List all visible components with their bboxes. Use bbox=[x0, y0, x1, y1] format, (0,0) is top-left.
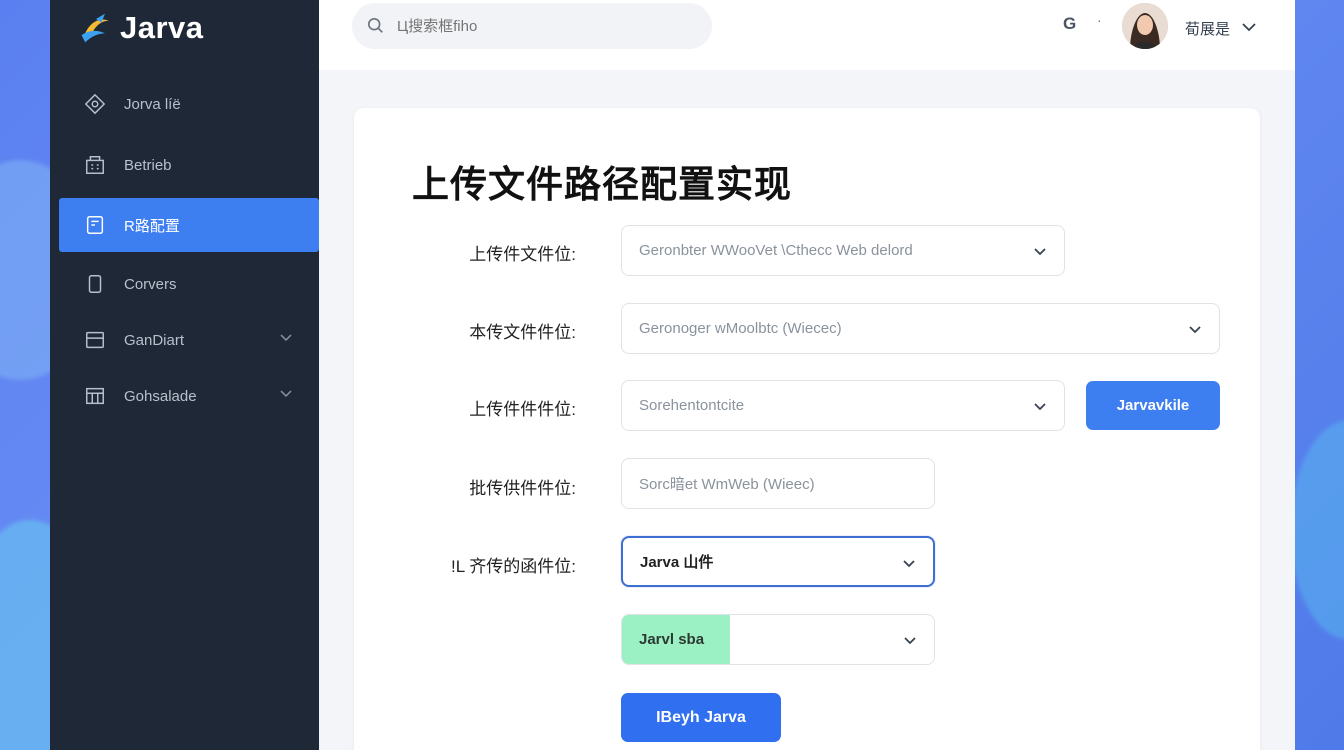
jarva-action-button[interactable]: Jarvavkile bbox=[1086, 381, 1220, 430]
submit-button[interactable]: IBeyh Jarva bbox=[621, 693, 781, 742]
user-avatar-image bbox=[1122, 3, 1168, 49]
select-value: Geronbter WWooVet \Cthecc Web delord bbox=[639, 242, 913, 259]
field-label: 上传件件件位: bbox=[469, 400, 576, 419]
upload-path-input[interactable]: Sorc暗et WmWeb (Wieec) bbox=[621, 458, 935, 509]
chevron-down-icon[interactable] bbox=[1240, 18, 1258, 36]
diamond-icon bbox=[82, 91, 108, 117]
config-card: 上传文件路径配置实现 上传件文件位: Geronbter WWooVet \Ct… bbox=[354, 108, 1260, 750]
upload-path-select-3[interactable]: Sorehentontcite bbox=[621, 380, 1065, 431]
input-value: Sorc暗et WmWeb (Wieec) bbox=[639, 476, 815, 493]
sidebar-item-label: Corvers bbox=[124, 275, 177, 293]
sidebar-item-label: GanDiart bbox=[124, 331, 185, 349]
building-icon bbox=[82, 152, 108, 178]
upload-path-select-focused[interactable]: Jarva 山件 bbox=[621, 536, 935, 587]
sidebar: Jarva Jorva líë Betrieb R路配置 Corvers Gan… bbox=[50, 0, 319, 750]
search-bar[interactable] bbox=[352, 3, 712, 49]
phone-icon bbox=[82, 271, 108, 297]
sidebar-item-label: R路配置 bbox=[124, 217, 180, 235]
app-window: Jarva Jorva líë Betrieb R路配置 Corvers Gan… bbox=[50, 0, 1295, 750]
background-blob bbox=[1290, 420, 1344, 640]
chevron-down-icon bbox=[903, 560, 915, 568]
sidebar-item-gohsalade[interactable]: Gohsalade bbox=[59, 369, 319, 423]
grid-icon bbox=[82, 383, 108, 409]
sidebar-item-betrieb[interactable]: Betrieb bbox=[59, 138, 319, 192]
app-name: Jarva bbox=[120, 10, 204, 45]
sidebar-item-label: Gohsalade bbox=[124, 387, 197, 405]
user-name: 荀展是 bbox=[1185, 21, 1231, 38]
sidebar-item-corvers[interactable]: Corvers bbox=[59, 257, 319, 311]
sidebar-item-gandiart[interactable]: GanDiart bbox=[59, 313, 319, 367]
top-header: G · 荀展是 bbox=[319, 0, 1295, 70]
app-logo[interactable]: Jarva bbox=[78, 8, 204, 48]
config-icon bbox=[82, 212, 108, 238]
field-label: !L 齐传的函件位: bbox=[451, 557, 576, 576]
chevron-down-icon bbox=[280, 334, 292, 342]
jarva-logo-icon bbox=[81, 13, 109, 43]
avatar[interactable] bbox=[1122, 3, 1168, 49]
chevron-down-icon bbox=[904, 637, 916, 645]
search-icon bbox=[367, 17, 383, 33]
window-icon bbox=[82, 327, 108, 353]
chevron-down-icon bbox=[280, 390, 292, 398]
status-select[interactable]: Jarvl sba bbox=[621, 614, 935, 665]
search-input[interactable] bbox=[397, 17, 677, 35]
select-value: Jarva 山件 bbox=[640, 554, 714, 571]
upload-path-select-1[interactable]: Geronbter WWooVet \Cthecc Web delord bbox=[621, 225, 1065, 276]
chevron-down-icon bbox=[1034, 403, 1046, 411]
chevron-down-icon bbox=[1189, 326, 1201, 334]
field-label: 本传文件件位: bbox=[469, 323, 576, 342]
header-g-button[interactable]: G bbox=[1063, 14, 1076, 34]
sidebar-item-label: Jorva líë bbox=[124, 95, 181, 113]
field-label: 上传件文件位: bbox=[469, 245, 576, 264]
select-value: Geronoger wMoolbtc (Wiecec) bbox=[639, 320, 842, 337]
sidebar-item-label: Betrieb bbox=[124, 156, 172, 174]
upload-path-select-2[interactable]: Geronoger wMoolbtc (Wiecec) bbox=[621, 303, 1220, 354]
sidebar-item-path-config[interactable]: R路配置 bbox=[59, 198, 319, 252]
sidebar-item-dashboard[interactable]: Jorva líë bbox=[59, 77, 319, 131]
status-tag: Jarvl sba bbox=[622, 615, 731, 664]
chevron-down-icon bbox=[1034, 248, 1046, 256]
page-title: 上传文件路径配置实现 bbox=[412, 164, 792, 205]
field-label: 批传供件件位: bbox=[469, 479, 576, 498]
select-value: Sorehentontcite bbox=[639, 397, 745, 414]
header-dot: · bbox=[1097, 12, 1102, 28]
